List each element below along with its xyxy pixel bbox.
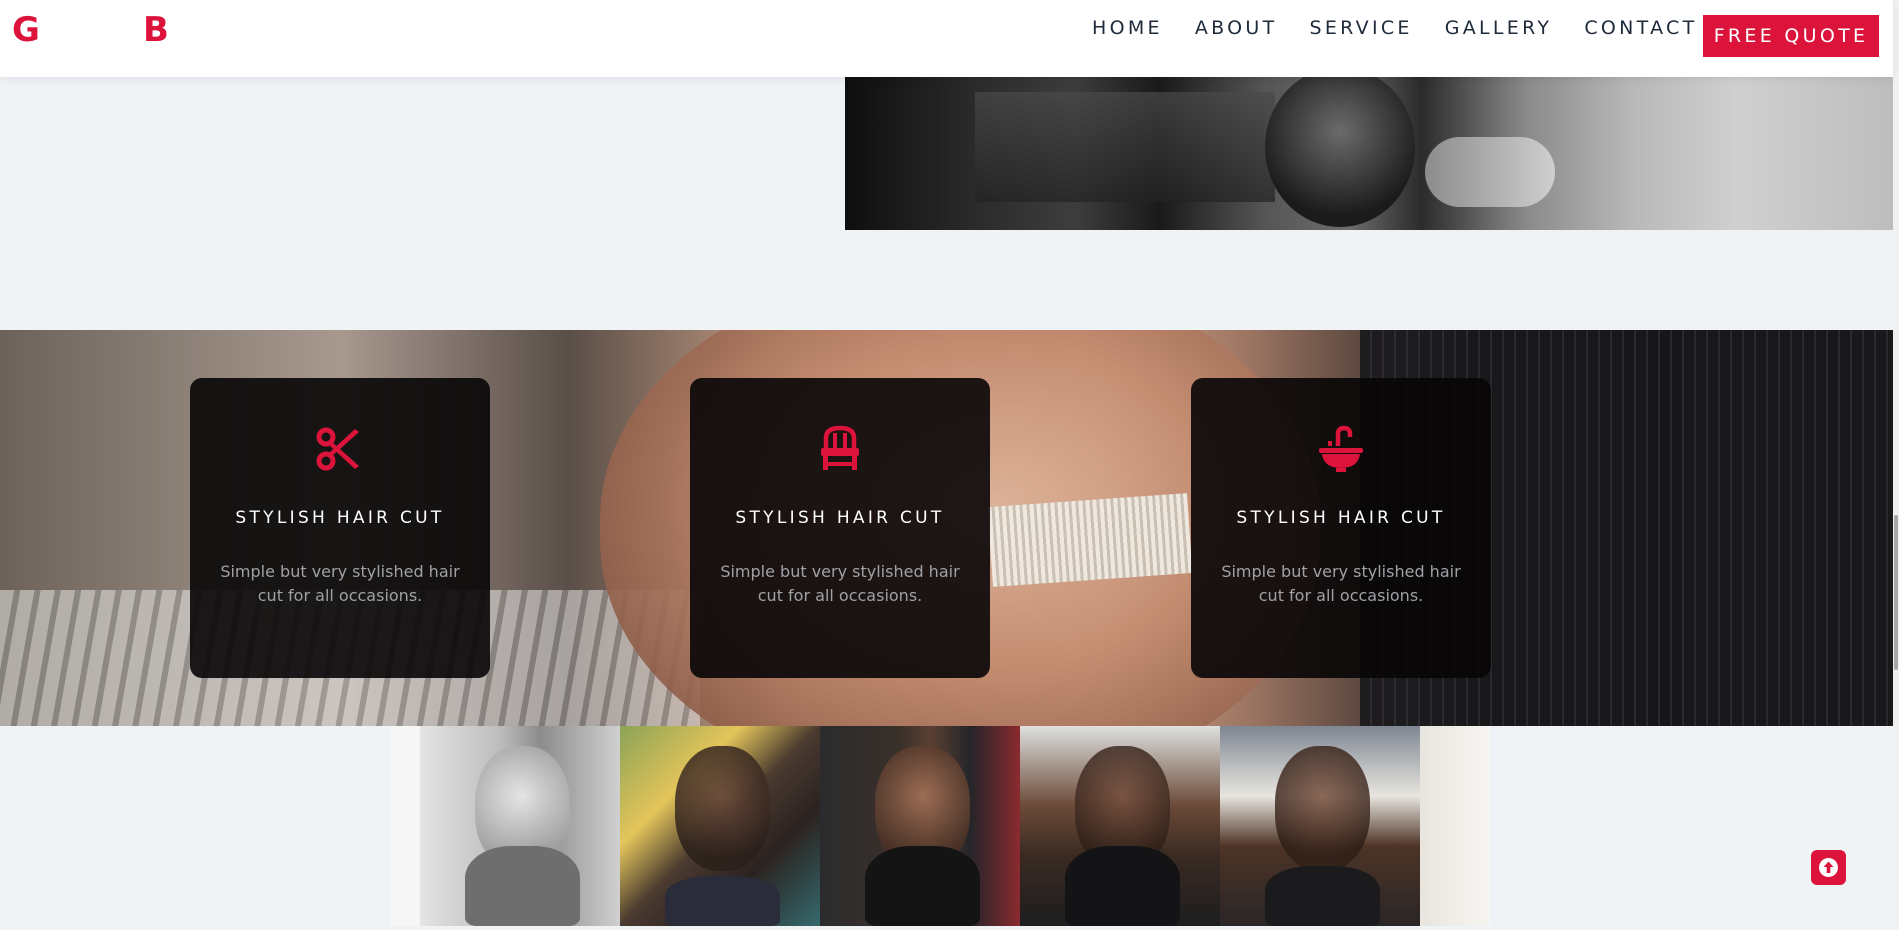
photo-clipper-hand (1425, 137, 1555, 207)
logo-letter-b[interactable]: B (143, 12, 169, 48)
barber-chair-icon (815, 424, 865, 474)
portrait-beard (1065, 846, 1180, 926)
gallery-image[interactable] (820, 726, 1020, 926)
gallery-image[interactable] (620, 726, 820, 926)
gallery-image[interactable] (420, 726, 620, 926)
service-title: STYLISH HAIR CUT (235, 508, 445, 528)
bg-comb (987, 493, 1193, 587)
service-card[interactable]: STYLISH HAIR CUT Simple but very stylish… (690, 378, 990, 678)
portrait-beard (465, 846, 580, 926)
portrait-beard (865, 846, 980, 926)
photo-shelf (975, 92, 1275, 202)
nav-service[interactable]: SERVICE (1310, 17, 1413, 39)
free-quote-button[interactable]: FREE QUOTE (1703, 15, 1879, 57)
service-description: Simple but very stylished hair cut for a… (720, 562, 960, 605)
nav-about[interactable]: ABOUT (1195, 17, 1278, 39)
about-barber-photo (845, 77, 1893, 230)
service-card[interactable]: STYLISH HAIR CUT Simple but very stylish… (1191, 378, 1491, 678)
portrait-face (1275, 746, 1370, 871)
service-title: STYLISH HAIR CUT (1236, 508, 1446, 528)
scissors-icon (315, 424, 365, 474)
service-description: Simple but very stylished hair cut for a… (220, 562, 460, 605)
logo-letter-g[interactable]: G (12, 12, 40, 48)
gallery-carousel[interactable] (390, 726, 1490, 926)
gallery-image[interactable] (1420, 726, 1490, 926)
back-to-top-button[interactable] (1811, 850, 1846, 885)
portrait-beard (665, 876, 780, 926)
page-scrollbar[interactable] (1893, 0, 1899, 930)
portrait-face (675, 746, 770, 871)
services-section: STYLISH HAIR CUT Simple but very stylish… (0, 330, 1893, 726)
photo-client-head (1265, 77, 1415, 227)
nav-home[interactable]: HOME (1092, 17, 1163, 39)
gallery-image[interactable] (1220, 726, 1420, 926)
nav-gallery[interactable]: GALLERY (1445, 17, 1553, 39)
main-nav: HOME ABOUT SERVICE GALLERY CONTACT (1092, 17, 1730, 39)
service-title: STYLISH HAIR CUT (735, 508, 945, 528)
nav-contact[interactable]: CONTACT (1584, 17, 1697, 39)
portrait-beard (1265, 866, 1380, 926)
gallery-image[interactable] (1020, 726, 1220, 926)
navbar: G B HOME ABOUT SERVICE GALLERY CONTACT F… (0, 0, 1893, 77)
service-card[interactable]: STYLISH HAIR CUT Simple but very stylish… (190, 378, 490, 678)
service-description: Simple but very stylished hair cut for a… (1221, 562, 1461, 605)
scrollbar-thumb[interactable] (1894, 515, 1898, 670)
arrow-up-icon (1819, 858, 1838, 877)
wash-basin-icon (1316, 424, 1366, 474)
